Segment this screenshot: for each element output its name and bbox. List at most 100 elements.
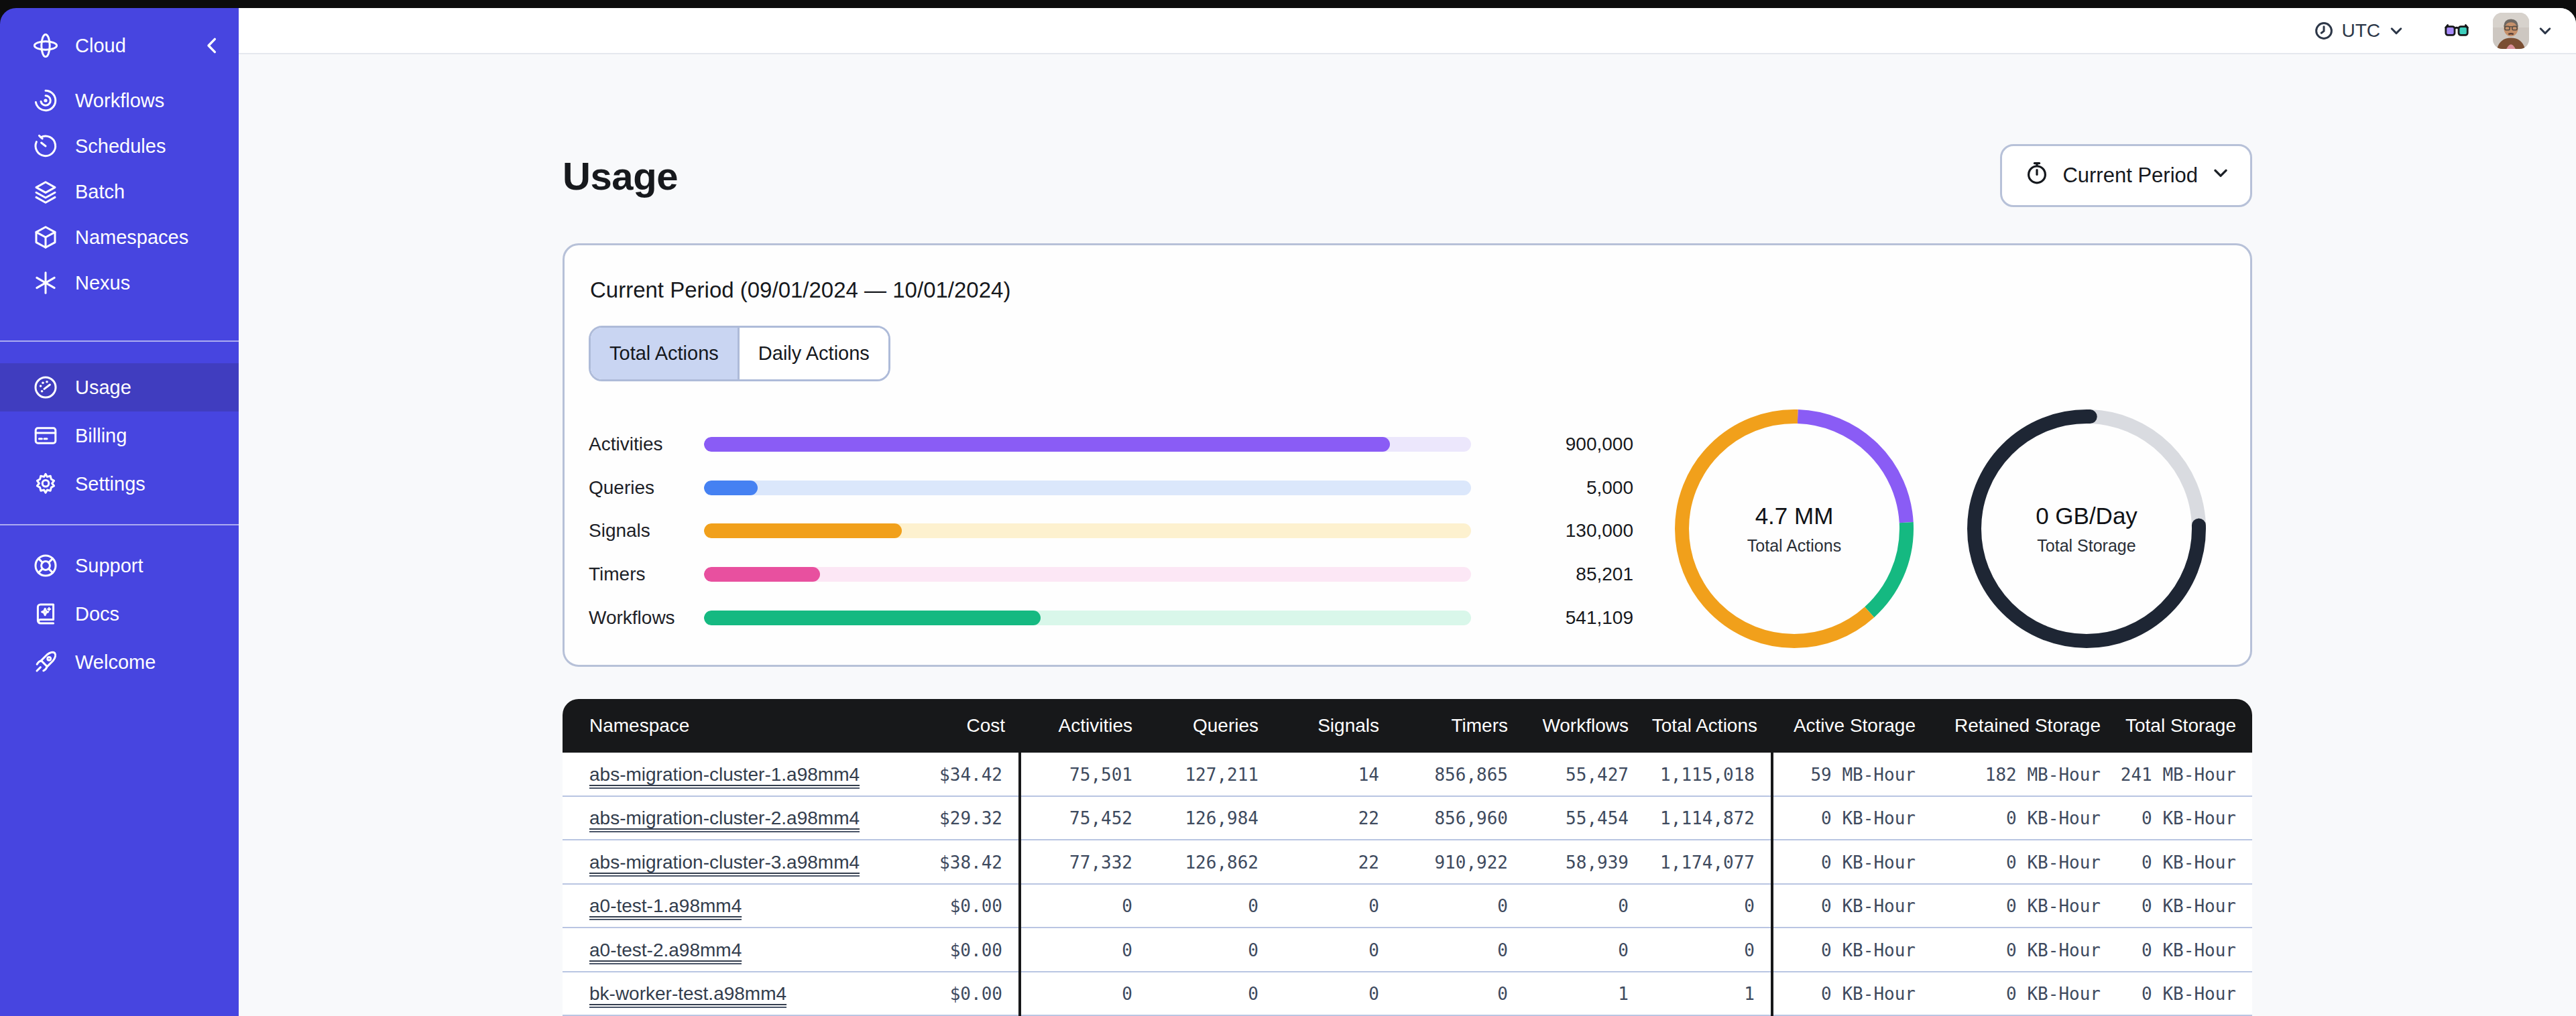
bar-track (704, 481, 1471, 495)
namespace-link[interactable]: a0-test-2.a98mm4 (589, 940, 742, 964)
column-header-workflows: Workflows (1524, 715, 1645, 737)
donut-value: 0 GB/Day (2036, 503, 2138, 529)
sidebar-item-settings[interactable]: Settings (0, 460, 239, 508)
value-cell: 1,114,872 (1645, 797, 1773, 841)
sidebar-item-usage[interactable]: Usage (0, 363, 239, 411)
value-cell: 0 (1524, 896, 1645, 916)
sidebar-item-label: Usage (75, 377, 131, 399)
bar-fill (704, 523, 902, 538)
donut-value: 4.7 MM (1755, 503, 1834, 529)
bar-track (704, 523, 1471, 538)
summary-donuts: 4.7 MM Total Actions 0 GB/Day Total Stor… (1675, 381, 2206, 648)
value-cell: 0 (1021, 984, 1149, 1004)
sidebar-item-batch[interactable]: Batch (0, 169, 239, 214)
tab-total-actions[interactable]: Total Actions (591, 328, 738, 379)
total-actions-donut: 4.7 MM Total Actions (1675, 409, 1914, 648)
schedules-icon (32, 133, 59, 160)
sidebar-item-label: Batch (75, 181, 125, 203)
namespace-cell: abs-migration-cluster-2.a98mm4 (563, 808, 884, 829)
value-cell: $0.00 (884, 972, 1021, 1016)
value-cell: 77,332 (1021, 852, 1149, 873)
period-selector-button[interactable]: Current Period (2000, 144, 2252, 207)
column-header-namespace: Namespace (563, 715, 884, 737)
sidebar-item-support[interactable]: Support (0, 542, 239, 590)
value-cell: 22 (1275, 808, 1395, 828)
namespace-link[interactable]: abs-migration-cluster-1.a98mm4 (589, 764, 860, 789)
table-row: abs-migration-cluster-3.a98mm4$38.4277,3… (563, 840, 2252, 885)
sidebar-item-label: Settings (75, 473, 145, 495)
value-cell: 0 (1149, 940, 1275, 960)
bar-label: Activities (589, 434, 704, 455)
chevron-down-icon (2388, 23, 2404, 39)
bar-value: 85,201 (1471, 564, 1633, 585)
bar-value: 541,109 (1471, 607, 1633, 629)
sidebar-item-welcome[interactable]: Welcome (0, 638, 239, 686)
value-cell: 55,427 (1524, 765, 1645, 785)
value-cell: 0 KB-Hour (2117, 940, 2252, 960)
clock-icon (2315, 21, 2333, 40)
bar-value: 900,000 (1471, 434, 1633, 455)
sidebar-item-namespaces[interactable]: Namespaces (0, 214, 239, 260)
table-row: abs-migration-cluster-2.a98mm4$29.3275,4… (563, 797, 2252, 841)
bar-label: Queries (589, 477, 704, 499)
avatar[interactable] (2493, 13, 2529, 49)
timezone-selector[interactable]: UTC (2315, 20, 2404, 42)
table-row: a0-test-1.a98mm4$0.000000000 KB-Hour0 KB… (563, 885, 2252, 929)
account-chevron-down-icon[interactable] (2537, 23, 2553, 39)
value-cell: 126,862 (1149, 852, 1275, 873)
usage-icon (32, 374, 59, 401)
value-cell: 1 (1645, 972, 1773, 1016)
value-cell: 1,174,077 (1645, 840, 1773, 885)
namespace-cell: abs-migration-cluster-3.a98mm4 (563, 852, 884, 873)
page-title: Usage (563, 153, 678, 198)
sidebar-item-billing[interactable]: Billing (0, 411, 239, 460)
sidebar-item-workflows[interactable]: Workflows (0, 78, 239, 123)
namespace-link[interactable]: abs-migration-cluster-2.a98mm4 (589, 808, 860, 832)
column-header-queries: Queries (1149, 715, 1275, 737)
sidebar-item-label: Billing (75, 425, 127, 447)
tab-daily-actions[interactable]: Daily Actions (738, 328, 888, 379)
value-cell: 0 KB-Hour (1773, 896, 1932, 916)
bar-label: Signals (589, 520, 704, 542)
donut-label: Total Storage (2037, 536, 2135, 556)
collapse-sidebar-icon[interactable] (198, 32, 225, 59)
value-cell: 0 KB-Hour (1932, 808, 2117, 828)
namespace-link[interactable]: abs-migration-cluster-3.a98mm4 (589, 852, 860, 877)
value-cell: 0 (1395, 984, 1524, 1004)
bar-fill (704, 567, 820, 582)
value-cell: 182 MB-Hour (1932, 765, 2117, 785)
period-selector-label: Current Period (2062, 164, 2198, 188)
value-cell: 0 (1275, 940, 1395, 960)
column-header-active-storage: Active Storage (1773, 715, 1932, 737)
column-header-signals: Signals (1275, 715, 1395, 737)
sidebar-brand-cloud[interactable]: Cloud (0, 19, 239, 72)
value-cell: $29.32 (884, 797, 1021, 841)
usage-card-title: Current Period (09/01/2024 — 10/01/2024) (589, 277, 2223, 303)
value-cell: 0 KB-Hour (1773, 808, 1932, 828)
value-cell: 0 KB-Hour (1773, 940, 1932, 960)
value-cell: 55,454 (1524, 808, 1645, 828)
timezone-label: UTC (2341, 20, 2380, 42)
actions-tab-group: Total ActionsDaily Actions (589, 326, 890, 381)
sidebar-item-label: Nexus (75, 272, 130, 294)
namespace-link[interactable]: a0-test-1.a98mm4 (589, 895, 742, 920)
value-cell: 126,984 (1149, 808, 1275, 828)
value-cell: 22 (1275, 852, 1395, 873)
value-cell: 0 KB-Hour (2117, 808, 2252, 828)
sidebar-item-schedules[interactable]: Schedules (0, 123, 239, 169)
bar-track (704, 567, 1471, 582)
bar-fill (704, 437, 1390, 452)
namespace-cell: a0-test-2.a98mm4 (563, 940, 884, 961)
bar-row-queries: Queries 5,000 (589, 466, 1633, 510)
value-cell: 0 KB-Hour (1932, 896, 2117, 916)
sidebar-item-nexus[interactable]: Nexus (0, 260, 239, 306)
sidebar-item-label: Docs (75, 603, 119, 625)
feedback-glasses-icon[interactable] (2445, 23, 2469, 39)
value-cell: 0 KB-Hour (2117, 896, 2252, 916)
sidebar-item-docs[interactable]: Docs (0, 590, 239, 638)
total-storage-donut: 0 GB/Day Total Storage (1967, 409, 2206, 648)
namespace-link[interactable]: bk-worker-test.a98mm4 (589, 983, 786, 1008)
bar-row-workflows: Workflows 541,109 (589, 596, 1633, 639)
bar-label: Timers (589, 564, 704, 585)
value-cell: 0 KB-Hour (1932, 852, 2117, 873)
